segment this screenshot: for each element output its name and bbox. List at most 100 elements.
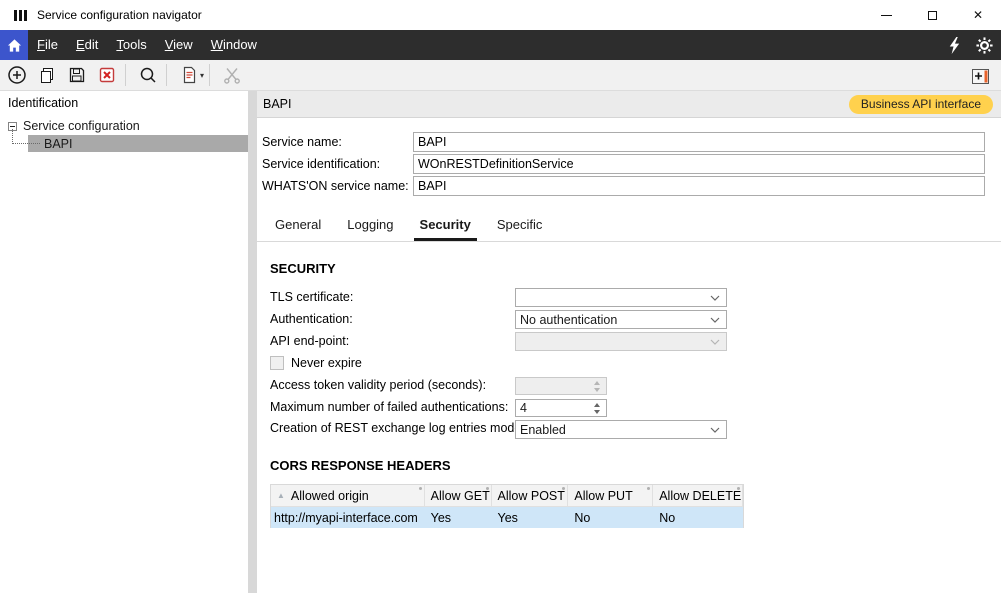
spin-up-icon	[594, 403, 600, 407]
toolbar-separator	[209, 64, 210, 86]
gear-icon	[976, 37, 993, 54]
menu-tools[interactable]: Tools	[107, 30, 155, 60]
save-button[interactable]	[64, 62, 90, 88]
tab-specific[interactable]: Specific	[491, 213, 549, 241]
chevron-down-icon	[710, 427, 720, 433]
filter-dot-icon	[737, 487, 740, 490]
tree-node-bapi[interactable]: BAPI	[28, 135, 248, 152]
maximize-button[interactable]	[909, 0, 955, 30]
tree-node-label: BAPI	[44, 137, 73, 151]
close-icon: ✕	[973, 8, 983, 22]
tree-guide-line	[13, 143, 40, 144]
security-heading: SECURITY	[270, 261, 336, 276]
cell-allow-post: Yes	[492, 507, 569, 528]
scissors-icon	[222, 65, 242, 85]
chevron-down-icon	[710, 295, 720, 301]
filter-dot-icon	[486, 487, 489, 490]
tree-guide-line	[12, 129, 13, 144]
panel-splitter[interactable]	[248, 91, 257, 593]
copy-icon	[37, 65, 57, 85]
toolbar-separator	[125, 64, 126, 86]
interface-type-badge[interactable]: Business API interface	[849, 95, 993, 114]
cut-button[interactable]	[219, 62, 245, 88]
search-icon	[138, 65, 158, 85]
cors-table: ▲ Allowed origin Allow GET Allow POST Al…	[270, 484, 744, 528]
tab-logging[interactable]: Logging	[341, 213, 399, 241]
column-allow-delete[interactable]: Allow DELETE	[653, 485, 743, 506]
service-identification-label: Service identification:	[262, 154, 380, 174]
app-logo-icon	[14, 10, 27, 21]
column-allow-get[interactable]: Allow GET	[425, 485, 492, 506]
add-panel-button[interactable]	[967, 63, 993, 89]
identification-panel: Identification Service configuration BAP…	[0, 91, 248, 593]
menu-bar: File Edit Tools View Window	[0, 30, 1001, 60]
tab-bar: General Logging Security Specific	[269, 213, 548, 241]
cell-allowed-origin: http://myapi-interface.com	[271, 507, 425, 528]
spinner-arrows	[590, 381, 604, 392]
tab-security[interactable]: Security	[414, 213, 477, 241]
tab-general[interactable]: General	[269, 213, 327, 241]
authentication-label: Authentication:	[270, 310, 353, 329]
report-icon	[179, 65, 199, 85]
service-name-input[interactable]	[413, 132, 985, 152]
lightning-button[interactable]	[943, 34, 965, 56]
search-button[interactable]	[135, 62, 161, 88]
tls-certificate-label: TLS certificate:	[270, 288, 353, 307]
copy-button[interactable]	[34, 62, 60, 88]
sort-ascending-icon: ▲	[277, 491, 285, 500]
lightning-icon	[947, 37, 961, 54]
cell-allow-get: Yes	[425, 507, 492, 528]
minimize-icon	[881, 15, 892, 16]
close-button[interactable]: ✕	[955, 0, 1001, 30]
whatson-service-name-input[interactable]	[413, 176, 985, 196]
rest-log-mode-select[interactable]: Enabled	[515, 420, 727, 439]
title-bar: Service configuration navigator ✕	[0, 0, 1001, 30]
detail-title: BAPI	[263, 97, 292, 111]
home-icon	[7, 38, 22, 53]
menu-window[interactable]: Window	[202, 30, 266, 60]
minimize-button[interactable]	[863, 0, 909, 30]
menu-view[interactable]: View	[156, 30, 202, 60]
max-failed-auth-spinner[interactable]: 4	[515, 399, 607, 417]
chevron-down-icon	[710, 339, 720, 345]
filter-dot-icon	[647, 487, 650, 490]
menu-file[interactable]: File	[28, 30, 67, 60]
api-endpoint-label: API end-point:	[270, 332, 349, 351]
api-endpoint-select	[515, 332, 727, 351]
menu-edit[interactable]: Edit	[67, 30, 107, 60]
home-button[interactable]	[0, 30, 28, 60]
column-allow-put[interactable]: Allow PUT	[568, 485, 653, 506]
delete-button[interactable]	[94, 62, 120, 88]
column-allowed-origin[interactable]: ▲ Allowed origin	[271, 485, 425, 506]
delete-icon	[97, 65, 117, 85]
report-button[interactable]	[176, 62, 202, 88]
service-identification-input[interactable]	[413, 154, 985, 174]
cors-table-header: ▲ Allowed origin Allow GET Allow POST Al…	[271, 485, 743, 507]
report-dropdown-button[interactable]: ▾	[200, 71, 204, 80]
maximize-icon	[928, 11, 937, 20]
save-icon	[67, 65, 87, 85]
tls-certificate-select[interactable]	[515, 288, 727, 307]
add-panel-icon	[970, 66, 991, 87]
tab-divider	[257, 241, 1001, 242]
add-button[interactable]	[4, 62, 30, 88]
spin-down-icon	[594, 410, 600, 414]
table-row[interactable]: http://myapi-interface.com Yes Yes No No	[271, 507, 743, 528]
cell-allow-delete: No	[653, 507, 743, 528]
never-expire-label: Never expire	[291, 356, 362, 370]
toolbar: ▾	[0, 60, 1001, 91]
cors-heading: CORS RESPONSE HEADERS	[270, 458, 451, 473]
detail-header: BAPI Business API interface	[257, 91, 1001, 118]
spinner-arrows[interactable]	[590, 403, 604, 414]
max-failed-auth-label: Maximum number of failed authentications…	[270, 398, 508, 417]
column-allow-post[interactable]: Allow POST	[492, 485, 569, 506]
authentication-select[interactable]: No authentication	[515, 310, 727, 329]
never-expire-checkbox[interactable]	[270, 356, 284, 370]
cell-allow-put: No	[568, 507, 653, 528]
add-icon	[7, 65, 27, 85]
token-validity-label: Access token validity period (seconds):	[270, 376, 486, 395]
main-panel: BAPI Business API interface Service name…	[257, 91, 1001, 593]
token-validity-spinner	[515, 377, 607, 395]
settings-button[interactable]	[973, 34, 995, 56]
tree-node-service-configuration[interactable]: Service configuration	[0, 118, 140, 134]
